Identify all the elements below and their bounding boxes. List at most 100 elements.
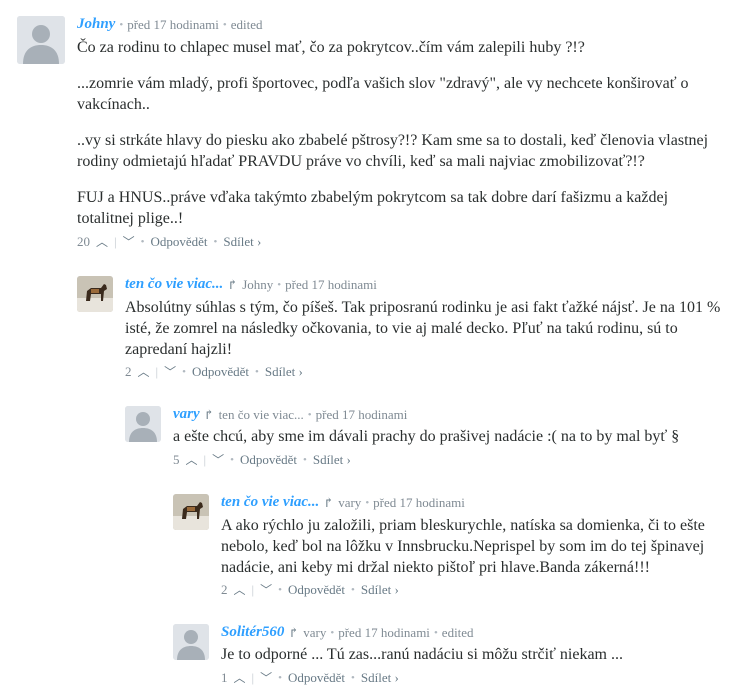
- dog-avatar-icon: [173, 494, 209, 530]
- author-name[interactable]: ten čo vie viac...: [221, 494, 319, 511]
- user-default-icon: [173, 624, 209, 660]
- comment-meta: Johny • před 17 hodinami • edited: [77, 16, 263, 33]
- avatar[interactable]: [173, 494, 209, 530]
- comment-actions: 5 ︿ | ﹀ • Odpovědět • Sdílet ›: [173, 451, 351, 468]
- avatar[interactable]: [125, 406, 161, 442]
- meta-separator: •: [222, 18, 227, 31]
- meta-separator: •: [330, 626, 335, 639]
- upvote-icon[interactable]: ︿: [234, 669, 246, 686]
- action-separator: •: [182, 365, 186, 378]
- comment-paragraph: ..vy si strkáte hlavy do piesku ako zbab…: [77, 132, 709, 170]
- comment-paragraph: a ešte chcú, aby sme im dávali prachy do…: [173, 428, 680, 445]
- timestamp[interactable]: před 17 hodinami: [373, 495, 465, 511]
- parent-author[interactable]: vary: [338, 495, 361, 511]
- edited-label: edited: [441, 624, 474, 640]
- comment-actions: 2 ︿ | ﹀ • Odpovědět • Sdílet ›: [125, 363, 303, 380]
- timestamp[interactable]: před 17 hodinami: [316, 407, 408, 423]
- action-separator: •: [230, 453, 234, 466]
- edited-label: edited: [230, 16, 263, 32]
- downvote-icon[interactable]: ﹀: [260, 669, 272, 686]
- avatar[interactable]: [17, 16, 65, 64]
- meta-separator: •: [433, 626, 438, 639]
- vote-count: 5: [173, 451, 180, 467]
- vote-count: 2: [125, 363, 132, 379]
- author-name[interactable]: vary: [173, 406, 200, 423]
- share-button[interactable]: Sdílet ›: [361, 670, 399, 686]
- avatar[interactable]: [173, 624, 209, 660]
- action-separator: •: [255, 365, 259, 378]
- reply-button[interactable]: Odpovědět: [288, 670, 345, 686]
- reply-arrow-icon: ↱: [288, 624, 300, 640]
- user-default-icon: [125, 406, 161, 442]
- meta-separator: •: [307, 408, 312, 421]
- comment-actions: 2 ︿ | ﹀ • Odpovědět • Sdílet ›: [221, 581, 399, 598]
- timestamp[interactable]: před 17 hodinami: [127, 17, 219, 33]
- downvote-icon[interactable]: ﹀: [123, 233, 135, 250]
- comment-meta: vary ↱ ten čo vie viac... • před 17 hodi…: [173, 406, 407, 423]
- comment-paragraph: ...zomrie vám mladý, profi športovec, po…: [77, 75, 689, 113]
- comment-paragraph: A ako rýchlo ju založili, priam bleskury…: [221, 517, 705, 576]
- comment-paragraph: FUJ a HNUS..práve vďaka takýmto zbabelým…: [77, 189, 669, 227]
- comment-body: Je to odporné ... Tú zas...ranú nadáciu …: [221, 644, 726, 665]
- upvote-icon[interactable]: ︿: [96, 233, 108, 250]
- downvote-icon[interactable]: ﹀: [164, 363, 176, 380]
- parent-author[interactable]: Johny: [242, 277, 273, 293]
- reply-arrow-icon: ↱: [227, 276, 239, 292]
- comment-body: Absolútny súhlas s tým, čo píšeš. Tak pr…: [125, 297, 725, 360]
- comment-paragraph: Absolútny súhlas s tým, čo píšeš. Tak pr…: [125, 299, 721, 358]
- reply-button[interactable]: Odpovědět: [240, 452, 297, 468]
- vote-count: 2: [221, 581, 228, 597]
- vote-divider: |: [155, 363, 159, 379]
- vote-divider: |: [114, 233, 117, 249]
- author-name[interactable]: ten čo vie viac...: [125, 276, 223, 293]
- action-separator: •: [213, 235, 218, 248]
- vote-divider: |: [251, 581, 255, 597]
- comment-meta: Solitér560 ↱ vary • před 17 hodinami • e…: [221, 624, 474, 641]
- comment-paragraph: Je to odporné ... Tú zas...ranú nadáciu …: [221, 646, 623, 663]
- reply-button[interactable]: Odpovědět: [192, 364, 249, 380]
- share-button[interactable]: Sdílet ›: [223, 234, 261, 250]
- downvote-icon[interactable]: ﹀: [260, 581, 272, 598]
- avatar[interactable]: [77, 276, 113, 312]
- action-separator: •: [140, 235, 145, 248]
- vote-count: 1: [221, 669, 228, 685]
- comment-body: a ešte chcú, aby sme im dávali prachy do…: [173, 426, 733, 447]
- action-separator: •: [303, 453, 307, 466]
- author-name[interactable]: Solitér560: [221, 624, 284, 641]
- comment-actions: 20 ︿ | ﹀ • Odpovědět • Sdílet ›: [77, 233, 261, 250]
- action-separator: •: [351, 583, 355, 596]
- reply-arrow-icon: ↱: [323, 494, 335, 510]
- reply-button[interactable]: Odpovědět: [151, 234, 208, 250]
- comment-body: Čo za rodinu to chlapec musel mať, čo za…: [77, 37, 727, 229]
- timestamp[interactable]: před 17 hodinami: [285, 277, 377, 293]
- meta-separator: •: [365, 496, 370, 509]
- vote-divider: |: [251, 669, 255, 685]
- comment-paragraph: Čo za rodinu to chlapec musel mať, čo za…: [77, 39, 585, 56]
- vote-count: 20: [77, 233, 90, 249]
- action-separator: •: [351, 671, 355, 684]
- share-button[interactable]: Sdílet ›: [265, 364, 303, 380]
- author-name[interactable]: Johny: [77, 16, 115, 33]
- user-default-icon: [17, 16, 65, 64]
- meta-separator: •: [119, 18, 124, 31]
- parent-author[interactable]: ten čo vie viac...: [219, 407, 304, 423]
- downvote-icon[interactable]: ﹀: [212, 451, 224, 468]
- vote-divider: |: [203, 451, 207, 467]
- upvote-icon[interactable]: ︿: [186, 451, 198, 468]
- upvote-icon[interactable]: ︿: [234, 581, 246, 598]
- meta-separator: •: [277, 278, 282, 291]
- comment-meta: ten čo vie viac... ↱ Johny • před 17 hod…: [125, 276, 377, 293]
- comment-body: A ako rýchlo ju založili, priam bleskury…: [221, 515, 726, 578]
- action-separator: •: [278, 583, 282, 596]
- reply-arrow-icon: ↱: [203, 406, 215, 422]
- timestamp[interactable]: před 17 hodinami: [338, 625, 430, 641]
- share-button[interactable]: Sdílet ›: [361, 582, 399, 598]
- parent-author[interactable]: vary: [303, 625, 326, 641]
- comment-actions: 1 ︿ | ﹀ • Odpovědět • Sdílet ›: [221, 669, 399, 686]
- share-button[interactable]: Sdílet ›: [313, 452, 351, 468]
- action-separator: •: [278, 671, 282, 684]
- comment-meta: ten čo vie viac... ↱ vary • před 17 hodi…: [221, 494, 465, 511]
- dog-avatar-icon: [77, 276, 113, 312]
- upvote-icon[interactable]: ︿: [138, 363, 150, 380]
- reply-button[interactable]: Odpovědět: [288, 582, 345, 598]
